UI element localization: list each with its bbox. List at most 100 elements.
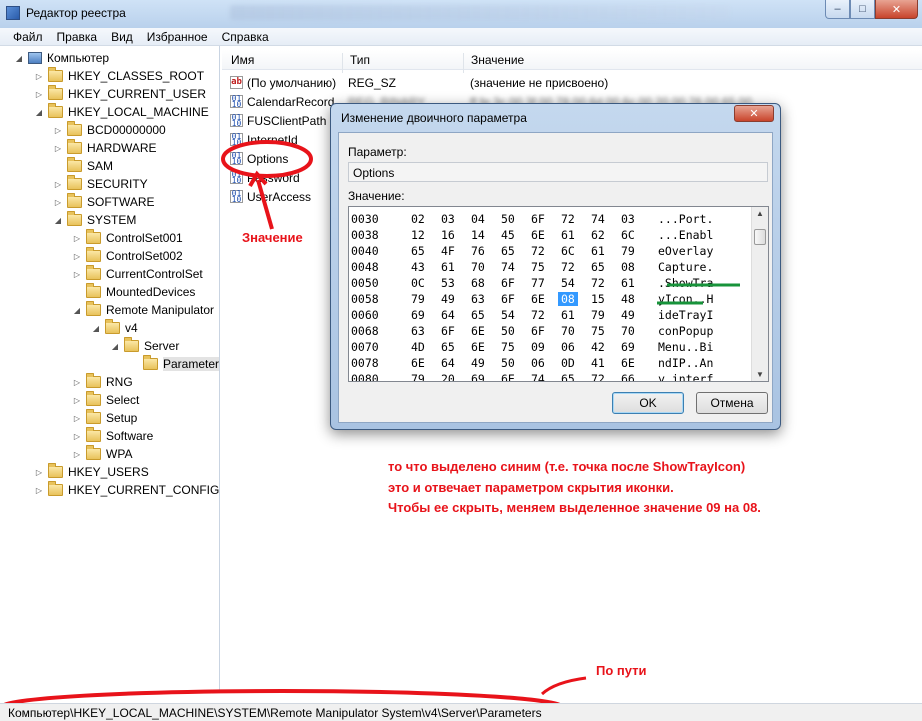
hex-byte[interactable]: 79	[621, 244, 635, 258]
hex-byte[interactable]: 49	[441, 292, 455, 306]
tree-item[interactable]: MountedDevices	[72, 283, 195, 301]
hex-byte[interactable]: 50	[501, 212, 515, 226]
menu-favorites[interactable]: Избранное	[140, 28, 215, 45]
collapse-icon[interactable]: ◢	[72, 305, 82, 315]
hex-byte[interactable]: 53	[441, 276, 455, 290]
hex-byte[interactable]: 65	[441, 340, 455, 354]
hex-byte[interactable]: 65	[561, 372, 575, 381]
minimize-button[interactable]: –	[825, 0, 850, 19]
hex-byte[interactable]: 63	[411, 324, 425, 338]
expand-icon[interactable]: ▷	[72, 413, 82, 423]
tree-item[interactable]: ◢ Server	[110, 337, 179, 355]
hex-byte[interactable]: 64	[441, 356, 455, 370]
tree-item[interactable]: ▷ Select	[72, 391, 139, 409]
hex-byte[interactable]: 72	[591, 372, 605, 381]
hex-byte[interactable]: 79	[411, 372, 425, 381]
hex-byte[interactable]: 08	[621, 260, 635, 274]
tree-root-computer[interactable]: ◢ Компьютер	[14, 49, 109, 67]
hex-byte[interactable]: 65	[411, 244, 425, 258]
collapse-icon[interactable]: ◢	[110, 341, 120, 351]
expand-icon[interactable]: ▷	[34, 485, 44, 495]
hex-byte[interactable]: 61	[591, 244, 605, 258]
hex-byte[interactable]: 43	[411, 260, 425, 274]
hex-byte[interactable]: 6E	[411, 356, 425, 370]
hex-byte[interactable]: 77	[531, 276, 545, 290]
expand-icon[interactable]: ▷	[34, 71, 44, 81]
hex-byte[interactable]: 02	[411, 212, 425, 226]
hex-byte[interactable]: 65	[591, 260, 605, 274]
collapse-icon[interactable]: ◢	[34, 107, 44, 117]
menu-view[interactable]: Вид	[104, 28, 140, 45]
hex-byte[interactable]: 04	[471, 212, 485, 226]
column-name[interactable]: Имя	[231, 53, 254, 67]
hex-byte[interactable]: 50	[501, 324, 515, 338]
hex-byte[interactable]: 42	[591, 340, 605, 354]
hex-byte[interactable]: 69	[411, 308, 425, 322]
hex-byte[interactable]: 61	[441, 260, 455, 274]
hex-byte[interactable]: 4D	[411, 340, 425, 354]
hex-byte[interactable]: 70	[621, 324, 635, 338]
menu-edit[interactable]: Правка	[50, 28, 105, 45]
close-button[interactable]: ✕	[875, 0, 918, 19]
column-type[interactable]: Тип	[350, 53, 370, 67]
hex-byte[interactable]: 49	[621, 308, 635, 322]
expand-icon[interactable]: ▷	[34, 467, 44, 477]
hex-byte[interactable]: 74	[501, 260, 515, 274]
hex-byte[interactable]: 64	[441, 308, 455, 322]
hex-byte[interactable]: 0D	[561, 356, 575, 370]
hex-byte[interactable]: 61	[561, 228, 575, 242]
hex-scrollbar[interactable]: ▲ ▼	[751, 207, 768, 381]
hex-byte[interactable]: 72	[591, 276, 605, 290]
hex-byte[interactable]: 6C	[621, 228, 635, 242]
hex-byte[interactable]: 54	[561, 276, 575, 290]
expand-icon[interactable]: ▷	[53, 143, 63, 153]
hex-byte[interactable]: 79	[411, 292, 425, 306]
hex-byte[interactable]: 72	[561, 260, 575, 274]
hex-byte[interactable]: 68	[471, 276, 485, 290]
hex-byte[interactable]: 14	[471, 228, 485, 242]
hex-byte[interactable]: 03	[441, 212, 455, 226]
hex-byte[interactable]: 03	[621, 212, 635, 226]
column-value[interactable]: Значение	[471, 53, 524, 67]
hex-byte[interactable]: 6C	[561, 244, 575, 258]
tree-item[interactable]: Parameters	[129, 355, 219, 373]
hex-byte[interactable]: 76	[471, 244, 485, 258]
hex-byte[interactable]: 41	[591, 356, 605, 370]
collapse-icon[interactable]: ◢	[91, 323, 101, 333]
hex-byte[interactable]: 15	[591, 292, 605, 306]
scroll-thumb[interactable]	[754, 229, 766, 245]
menu-help[interactable]: Справка	[215, 28, 276, 45]
hex-byte[interactable]: 62	[591, 228, 605, 242]
hex-byte[interactable]: 6E	[471, 340, 485, 354]
hex-byte[interactable]: 6F	[531, 324, 545, 338]
tree-item[interactable]: ▷ HKEY_USERS	[34, 463, 149, 481]
expand-icon[interactable]: ▷	[72, 377, 82, 387]
hex-byte[interactable]: 61	[621, 276, 635, 290]
tree-item[interactable]: ▷ SOFTWARE	[53, 193, 155, 211]
hex-byte[interactable]: 75	[591, 324, 605, 338]
expand-icon[interactable]: ▷	[53, 197, 63, 207]
hex-byte[interactable]: 74	[531, 372, 545, 381]
tree-item[interactable]: ▷ ControlSet002	[72, 247, 183, 265]
hex-byte[interactable]: 75	[501, 340, 515, 354]
hex-byte[interactable]: 6F	[501, 292, 515, 306]
hex-byte[interactable]: 6F	[441, 324, 455, 338]
hex-byte[interactable]: 70	[471, 260, 485, 274]
tree-item[interactable]: ▷ HKEY_CLASSES_ROOT	[34, 67, 204, 85]
tree-item[interactable]: ▷ Setup	[72, 409, 137, 427]
hex-byte[interactable]: 06	[531, 356, 545, 370]
hex-byte[interactable]: 75	[531, 260, 545, 274]
no-expander[interactable]: ◢	[14, 53, 24, 63]
tree-item[interactable]: SAM	[53, 157, 113, 175]
hex-byte[interactable]: 6E	[621, 356, 635, 370]
hex-byte[interactable]: 45	[501, 228, 515, 242]
tree-item[interactable]: ▷ RNG	[72, 373, 133, 391]
hex-byte[interactable]: 79	[591, 308, 605, 322]
tree-item[interactable]: ▷ HARDWARE	[53, 139, 157, 157]
hex-byte[interactable]: 72	[531, 244, 545, 258]
expand-icon[interactable]: ▷	[34, 89, 44, 99]
expand-icon[interactable]: ▷	[72, 395, 82, 405]
expand-icon[interactable]: ▷	[72, 251, 82, 261]
tree-item[interactable]: ◢ Remote Manipulator	[72, 301, 214, 319]
tree-item[interactable]: ▷ WPA	[72, 445, 132, 463]
